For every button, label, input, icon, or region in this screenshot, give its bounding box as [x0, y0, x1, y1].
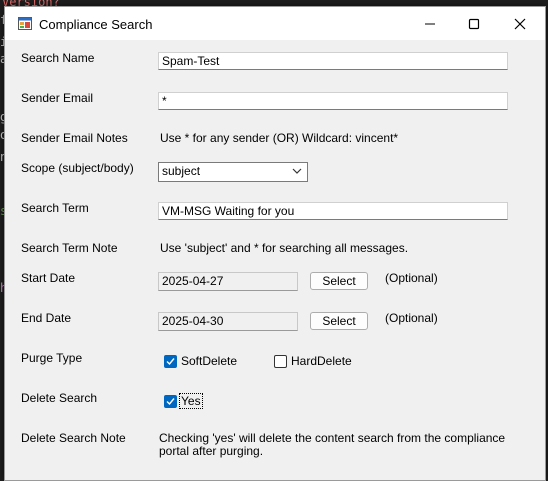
- checkmark-icon: [166, 358, 175, 366]
- delete-search-note-label: Delete Search Note: [21, 431, 126, 445]
- hard-delete-checkbox[interactable]: [274, 355, 287, 368]
- end-date-field: 2025-04-30: [158, 312, 298, 331]
- compliance-search-window: Compliance Search Search Name Spam-Test …: [4, 6, 546, 481]
- start-date-field: 2025-04-27: [158, 272, 298, 291]
- minimize-button[interactable]: [407, 7, 453, 40]
- start-date-optional: (Optional): [385, 271, 438, 285]
- delete-search-yes-checkbox[interactable]: [164, 395, 177, 408]
- scope-label: Scope (subject/body): [21, 161, 134, 175]
- delete-search-label: Delete Search: [21, 391, 98, 405]
- hard-delete-label[interactable]: HardDelete: [291, 354, 352, 368]
- start-date-select-button[interactable]: Select: [310, 272, 368, 290]
- window-title: Compliance Search: [39, 17, 153, 32]
- search-name-label: Search Name: [21, 51, 95, 65]
- title-bar[interactable]: Compliance Search: [5, 7, 545, 40]
- sender-email-label: Sender Email: [21, 91, 94, 105]
- search-term-note-text: Use 'subject' and * for searching all me…: [160, 241, 409, 255]
- search-name-input[interactable]: Spam-Test: [158, 52, 508, 70]
- delete-search-note-line1: Checking 'yes' will delete the content s…: [159, 431, 506, 445]
- search-term-label: Search Term: [21, 201, 89, 215]
- end-date-optional: (Optional): [385, 311, 438, 325]
- end-date-label: End Date: [21, 311, 72, 325]
- close-icon: [514, 18, 526, 29]
- scope-selected-value: subject: [162, 164, 201, 178]
- soft-delete-label[interactable]: SoftDelete: [181, 354, 237, 368]
- close-button[interactable]: [497, 7, 543, 40]
- sender-email-notes-text: Use * for any sender (OR) Wildcard: vinc…: [160, 131, 399, 145]
- search-term-input[interactable]: VM-MSG Waiting for you: [158, 202, 508, 220]
- delete-search-note-line2: portal after purging.: [159, 444, 264, 458]
- maximize-button[interactable]: [451, 7, 497, 40]
- app-window-icon: [18, 17, 32, 30]
- scope-dropdown[interactable]: subject: [158, 162, 308, 182]
- minimize-icon: [425, 23, 435, 24]
- purge-type-label: Purge Type: [21, 351, 83, 365]
- start-date-label: Start Date: [21, 271, 76, 285]
- delete-search-yes-label[interactable]: Yes: [179, 393, 203, 409]
- maximize-icon: [468, 18, 480, 29]
- soft-delete-checkbox[interactable]: [164, 355, 177, 368]
- sender-email-input[interactable]: *: [158, 92, 508, 110]
- search-term-note-label: Search Term Note: [21, 241, 118, 255]
- end-date-select-button[interactable]: Select: [310, 312, 368, 330]
- sender-email-notes-label: Sender Email Notes: [21, 131, 128, 145]
- checkmark-icon: [166, 398, 175, 406]
- chevron-down-icon: [292, 168, 302, 174]
